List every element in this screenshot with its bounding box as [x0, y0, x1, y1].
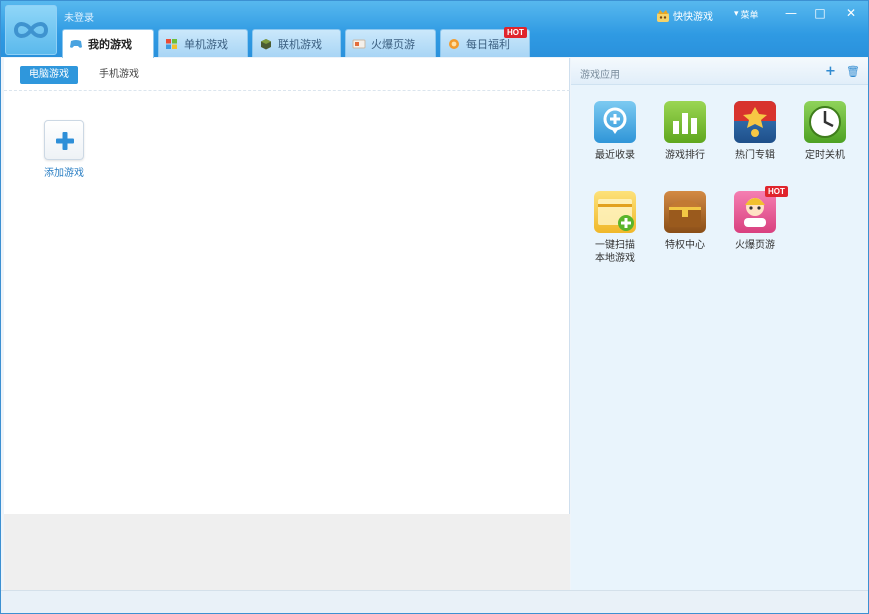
tab-label: 联机游戏: [278, 37, 322, 51]
app-label: 游戏排行: [665, 150, 705, 161]
app-label: 一键扫描 本地游戏: [585, 239, 645, 265]
app-game-ranking[interactable]: 游戏排行: [655, 101, 715, 162]
minimize-button[interactable]: —: [780, 4, 802, 22]
my-games-panel: 电脑游戏 手机游戏 添加游戏: [4, 58, 570, 590]
left-footer: [4, 514, 570, 590]
gamepad-icon: [70, 40, 82, 48]
game-apps-panel: 游戏应用 + 🗑 最近收录 游戏排行 热门专辑 定时关机 一键扫描 本地游戏 特…: [571, 58, 868, 590]
app-label-line: 一键扫描: [595, 240, 635, 251]
tab-single-games[interactable]: 单机游戏: [158, 29, 248, 57]
caret-down-icon: ▾: [734, 9, 739, 19]
subtab-mobile-games[interactable]: 手机游戏: [90, 66, 148, 84]
hot-badge: HOT: [504, 27, 527, 38]
maximize-button[interactable]: □: [809, 4, 831, 22]
card-icon: [352, 39, 366, 48]
gift-icon: [449, 38, 459, 49]
cube-icon: [261, 38, 271, 49]
close-button[interactable]: ✕: [840, 4, 862, 22]
game-apps-header: 游戏应用 + 🗑: [571, 58, 868, 85]
plus-icon: [56, 132, 74, 150]
app-label: 特权中心: [665, 240, 705, 251]
app-hot-web-games[interactable]: HOT 火爆页游: [725, 186, 788, 252]
game-character-icon: [734, 191, 776, 233]
app-label-line: 本地游戏: [595, 253, 635, 264]
folder-plus-icon: [594, 191, 636, 233]
app-privilege-center[interactable]: 特权中心: [655, 191, 715, 252]
status-bar: [1, 590, 868, 613]
hot-badge: HOT: [765, 186, 788, 197]
app-window: 未登录 快快游戏 ▾ 菜单 — □ ✕ 我的游戏 单机游戏 联机游戏 火爆页游 …: [0, 0, 869, 614]
login-status[interactable]: 未登录: [64, 9, 94, 24]
app-label: 最近收录: [595, 150, 635, 161]
title-bar: 未登录 快快游戏 ▾ 菜单 — □ ✕ 我的游戏 单机游戏 联机游戏 火爆页游 …: [1, 1, 868, 58]
menu-label: 菜单: [740, 10, 759, 21]
app-scan-local-games[interactable]: 一键扫描 本地游戏: [585, 191, 645, 265]
tab-label: 单机游戏: [184, 37, 228, 51]
subtab-pc-games[interactable]: 电脑游戏: [20, 66, 78, 84]
app-timed-shutdown[interactable]: 定时关机: [795, 101, 855, 162]
app-label: 火爆页游: [735, 240, 775, 251]
bar-chart-icon: [664, 101, 706, 143]
add-app-icon[interactable]: +: [825, 64, 836, 79]
tab-label: 火爆页游: [371, 37, 415, 51]
add-game-tile[interactable]: [44, 120, 84, 160]
infinity-icon: [13, 22, 49, 38]
tab-label: 我的游戏: [88, 38, 132, 51]
sub-tab-bar: 电脑游戏 手机游戏: [4, 58, 570, 91]
tab-online-games[interactable]: 联机游戏: [252, 29, 341, 57]
clock-icon: [804, 101, 846, 143]
add-game-label: 添加游戏: [44, 168, 84, 179]
tab-my-games[interactable]: 我的游戏: [62, 29, 154, 58]
app-label: 热门专辑: [735, 150, 775, 161]
crown-icon: [657, 9, 669, 22]
delete-app-icon[interactable]: 🗑: [846, 65, 860, 78]
tab-web-games[interactable]: 火爆页游: [345, 29, 436, 57]
tab-label: 每日福利: [466, 37, 510, 51]
game-apps-title: 游戏应用: [580, 70, 620, 81]
location-pin-icon: [594, 101, 636, 143]
menu-button[interactable]: ▾ 菜单: [734, 7, 759, 21]
app-hot-albums[interactable]: 热门专辑: [725, 101, 785, 162]
app-label: 定时关机: [805, 150, 845, 161]
brand[interactable]: 快快游戏: [656, 8, 713, 23]
brand-name: 快快游戏: [673, 12, 713, 23]
avatar[interactable]: [5, 5, 57, 55]
add-game-button[interactable]: 添加游戏: [42, 120, 86, 179]
windows-icon: [166, 38, 177, 49]
album-icon: [734, 101, 776, 143]
treasure-chest-icon: [664, 191, 706, 233]
tab-daily-welfare[interactable]: 每日福利 HOT: [440, 27, 530, 57]
app-recent-added[interactable]: 最近收录: [585, 101, 645, 162]
